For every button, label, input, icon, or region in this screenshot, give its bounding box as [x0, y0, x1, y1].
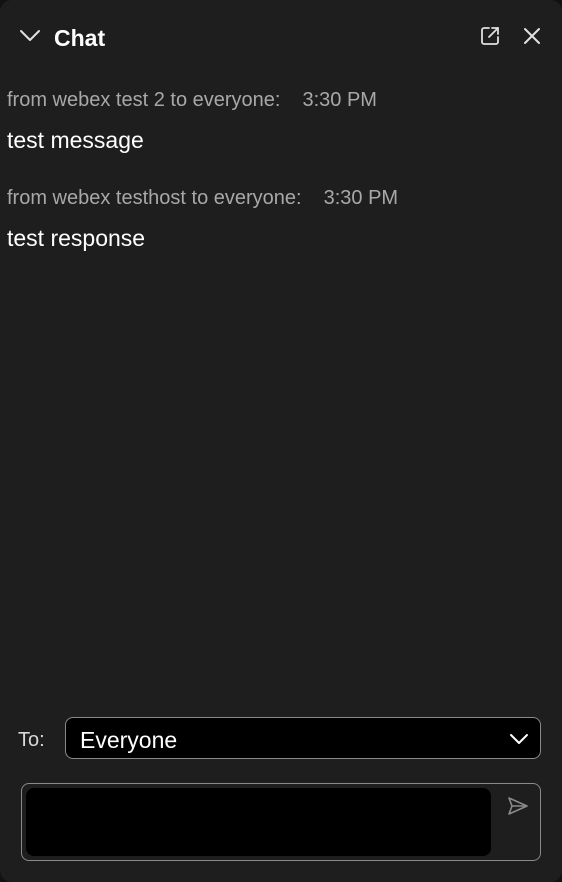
chat-title: Chat — [54, 25, 106, 51]
message-item: from webex test 2 to everyone: 3:30 PM te… — [7, 88, 377, 154]
close-button[interactable] — [518, 22, 546, 50]
message-input[interactable] — [26, 788, 491, 856]
message-text: test message — [7, 127, 144, 153]
message-meta: from webex testhost to everyone: 3:30 PM — [7, 186, 398, 210]
chevron-down-icon — [20, 30, 40, 41]
send-icon — [508, 797, 528, 815]
message-item: from webex testhost to everyone: 3:30 PM … — [7, 186, 398, 252]
message-text: test response — [7, 225, 146, 251]
message-list: from webex test 2 to everyone: 3:30 PM te… — [0, 74, 562, 694]
chevron-down-icon — [510, 734, 528, 744]
send-button[interactable] — [504, 792, 532, 820]
pop-out-icon — [481, 27, 499, 45]
recipient-label: To: — [18, 729, 45, 751]
pop-out-button[interactable] — [476, 22, 504, 50]
message-time: 3:30 PM — [302, 89, 377, 111]
close-icon — [524, 28, 540, 44]
message-sender: from webex test 2 to everyone: — [7, 89, 281, 111]
message-meta: from webex test 2 to everyone: 3:30 PM — [7, 88, 377, 112]
collapse-button[interactable] — [16, 22, 44, 50]
recipient-selected-value: Everyone — [80, 727, 178, 753]
recipient-dropdown[interactable]: Everyone — [65, 717, 541, 759]
message-composer — [21, 783, 541, 861]
chat-panel: Chat from webex test 2 to everyone: 3:30 … — [0, 0, 562, 882]
chat-header: Chat — [0, 0, 562, 74]
message-sender: from webex testhost to everyone: — [7, 187, 302, 209]
message-time: 3:30 PM — [323, 187, 399, 209]
